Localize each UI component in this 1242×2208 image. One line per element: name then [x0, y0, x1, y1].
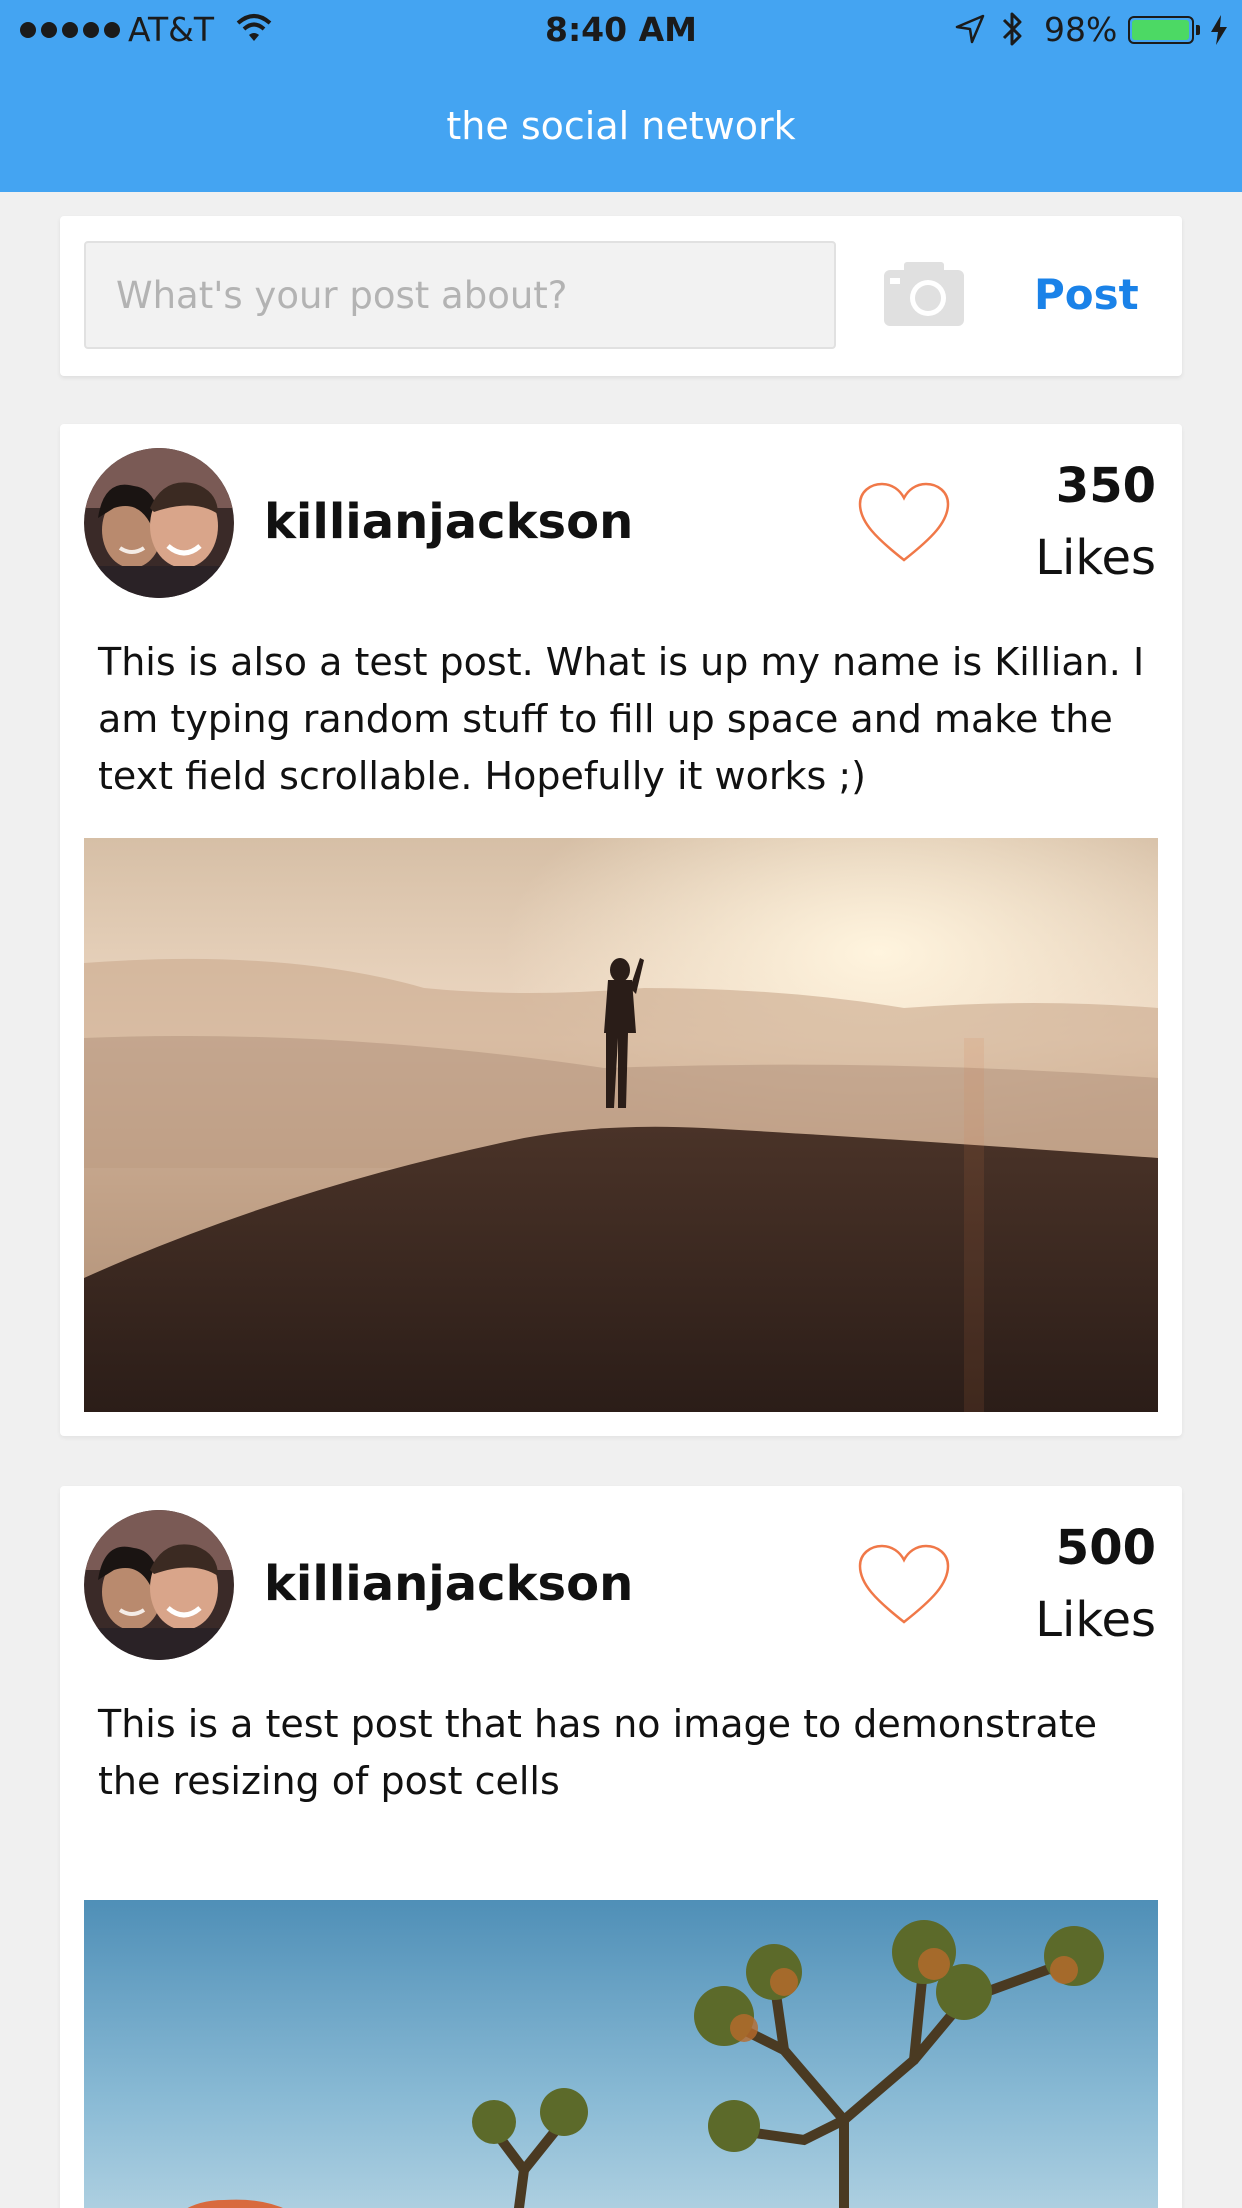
post-button[interactable]: Post	[1034, 270, 1139, 319]
post-composer	[60, 216, 1182, 376]
heart-icon[interactable]	[856, 1542, 952, 1628]
top-bar: AT&T 8:40 AM 98% the social network	[0, 0, 1242, 192]
post-input[interactable]	[84, 241, 836, 349]
nav-title: the social network	[446, 104, 796, 148]
likes-label: Likes	[1035, 530, 1156, 586]
post-text: This is a test post that has no image to…	[98, 1702, 1098, 1803]
status-bar: AT&T 8:40 AM 98%	[0, 0, 1242, 62]
post-image[interactable]	[84, 1900, 1158, 2208]
charging-bolt-icon	[1211, 15, 1227, 45]
post-image[interactable]	[84, 838, 1158, 1412]
camera-icon[interactable]	[884, 262, 964, 326]
like-count: 500	[1055, 1520, 1156, 1576]
avatar[interactable]	[84, 1510, 234, 1660]
likes-label: Likes	[1035, 1592, 1156, 1648]
avatar[interactable]	[84, 448, 234, 598]
like-count: 350	[1055, 458, 1156, 514]
battery-icon	[1128, 16, 1194, 44]
post-username[interactable]: killianjackson	[264, 1556, 633, 1612]
bluetooth-icon	[1002, 12, 1022, 46]
location-arrow-icon	[955, 14, 985, 44]
battery-percentage: 98%	[1044, 10, 1118, 49]
post-card: killianjackson 350 Likes This is also a …	[60, 424, 1182, 1436]
heart-icon[interactable]	[856, 480, 952, 566]
post-card: killianjackson 500 Likes This is a test …	[60, 1486, 1182, 2208]
post-text: This is also a test post. What is up my …	[98, 640, 1145, 798]
post-username[interactable]: killianjackson	[264, 494, 633, 550]
battery-tip	[1196, 25, 1200, 35]
